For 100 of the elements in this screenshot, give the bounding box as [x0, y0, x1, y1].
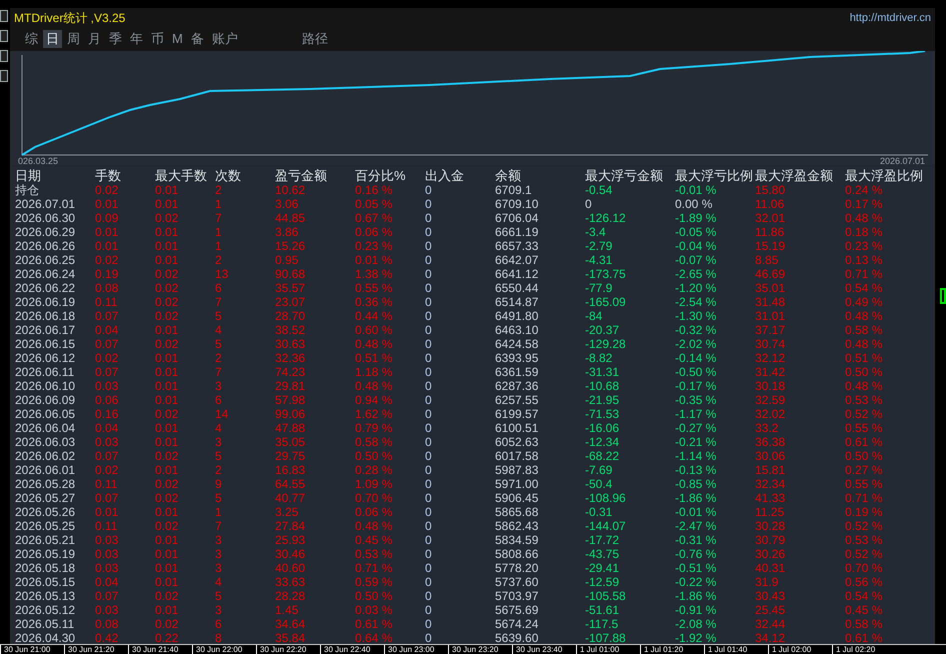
table-cell-text: 0.50 %: [845, 449, 884, 463]
table-cell-text: 0.02: [95, 351, 120, 365]
table-cell-text: 5778.20: [495, 561, 540, 575]
table-cell-text: 0.18 %: [845, 225, 884, 239]
table-cell-text: 7: [215, 365, 223, 379]
table-cell-text: 0.01: [95, 197, 120, 211]
table-cell-text: 30.18: [755, 379, 786, 393]
side-button[interactable]: [0, 10, 8, 22]
table-cell-text: -17.72: [585, 533, 620, 547]
tab[interactable]: 备: [188, 30, 207, 48]
column-header: 日期: [15, 169, 42, 183]
table-cell-text: 2026.06.15: [15, 337, 76, 351]
table-cell-text: 2026.06.12: [15, 351, 76, 365]
table-cell-text: 32.44: [755, 617, 786, 631]
table-cell-text: 0.04: [95, 575, 120, 589]
table-cell-text: 0.02: [155, 337, 180, 351]
table-cell-text: 30.28: [755, 519, 786, 533]
table-cell-text: 7: [215, 295, 223, 309]
table-cell-text: 0: [425, 449, 433, 463]
table-cell-text: 0.02: [95, 253, 120, 267]
table-cell-text: -0.32 %: [675, 323, 718, 337]
table-cell-text: 5865.68: [495, 505, 540, 519]
side-button[interactable]: [0, 50, 8, 62]
table-cell-text: 0.55 %: [845, 477, 884, 491]
tab[interactable]: 综: [22, 30, 41, 48]
table-cell-text: 0.01: [155, 253, 180, 267]
website-link[interactable]: http://mtdriver.cn: [850, 10, 931, 26]
table-cell-text: 0: [425, 547, 433, 561]
tab[interactable]: M: [169, 30, 186, 48]
table-cell-text: 0.52 %: [845, 407, 884, 421]
table-cell-text: -2.47 %: [675, 519, 718, 533]
table-cell-text: 31.9: [755, 575, 780, 589]
table-cell-text: 2: [215, 463, 223, 477]
table-cell-text: 0.56 %: [845, 575, 884, 589]
table-cell-text: 5: [215, 589, 223, 603]
table-cell-text: 0.71 %: [355, 561, 394, 575]
table-cell-text: 0: [425, 463, 433, 477]
table-cell-text: -7.69: [585, 463, 614, 477]
side-button[interactable]: [0, 70, 8, 82]
table-cell-text: 14: [215, 407, 230, 421]
table-cell-text: -0.17 %: [675, 379, 718, 393]
table-cell-text: 1: [215, 505, 223, 519]
table-cell-text: 1.09 %: [355, 477, 394, 491]
tab[interactable]: 日: [43, 30, 62, 48]
table-cell-text: 0.01: [95, 505, 120, 519]
table-cell-text: 2026.07.01: [15, 197, 76, 211]
table-cell-text: 0.01: [155, 561, 180, 575]
table-cell-text: 0.01: [155, 183, 180, 197]
table-cell-text: 0: [425, 603, 433, 617]
table-cell-text: 34.64: [275, 617, 306, 631]
column-header: 最大浮盈比例: [845, 169, 924, 183]
tab[interactable]: 年: [127, 30, 146, 48]
table-cell-text: 44.85: [275, 211, 306, 225]
table-cell-text: -1.89 %: [675, 211, 718, 225]
table-cell-text: 15.80: [755, 183, 786, 197]
table-cell-text: 35.84: [275, 631, 306, 645]
column-header: 余额: [495, 169, 522, 183]
table-cell-text: 0.79 %: [355, 421, 394, 435]
table-cell-text: 29.75: [275, 449, 306, 463]
table-cell-text: 0.59 %: [355, 575, 394, 589]
table-cell-text: 0.11: [95, 295, 118, 309]
table-cell-text: 0.09: [95, 211, 120, 225]
table-cell-text: -0.14 %: [675, 351, 718, 365]
table-cell-text: 0: [425, 239, 433, 253]
table-cell-text: 0.02: [155, 407, 180, 421]
column-header: 盈亏金额: [275, 169, 328, 183]
table-cell-text: 0.51 %: [355, 351, 394, 365]
table-cell-text: 0.04: [95, 323, 120, 337]
table-cell-text: -71.53: [585, 407, 620, 421]
tab[interactable]: 路径: [298, 30, 331, 48]
table-cell-text: 25.45: [755, 603, 786, 617]
tab[interactable]: 月: [85, 30, 104, 48]
table-cell-text: -0.54: [585, 183, 614, 197]
table-cell-text: 6361.59: [495, 365, 540, 379]
table-cell-text: 0.55 %: [355, 281, 394, 295]
table-cell-text: 0.49 %: [845, 295, 884, 309]
table-cell-text: 5639.60: [495, 631, 540, 645]
table-cell-text: 0.48 %: [845, 379, 884, 393]
table-cell-text: 0.94 %: [355, 393, 394, 407]
tab[interactable]: 币: [148, 30, 167, 48]
table-cell-text: 1: [215, 197, 223, 211]
table-cell-text: 0.71 %: [845, 267, 884, 281]
table-cell-text: 0.24 %: [845, 183, 884, 197]
table-cell-text: 2026.06.11: [15, 365, 76, 379]
side-button[interactable]: [0, 30, 8, 42]
table-cell-text: 6657.33: [495, 239, 540, 253]
table-cell-text: 8.85: [755, 253, 780, 267]
tab[interactable]: 季: [106, 30, 125, 48]
table-cell-text: 30.63: [275, 337, 306, 351]
table-cell-text: 6642.07: [495, 253, 540, 267]
tab[interactable]: 周: [64, 30, 83, 48]
tab[interactable]: 账户: [208, 30, 241, 48]
table-cell-text: -0.04 %: [675, 239, 718, 253]
table-cell-text: -0.31: [585, 505, 614, 519]
table-cell-text: 0.11: [95, 477, 118, 491]
table-cell-text: 35.05: [275, 435, 306, 449]
table-cell-text: 2026.06.17: [15, 323, 76, 337]
table-cell-text: -0.76 %: [675, 547, 718, 561]
table-cell-text: 10.62: [275, 183, 306, 197]
table-cell-text: 0.01: [155, 239, 180, 253]
